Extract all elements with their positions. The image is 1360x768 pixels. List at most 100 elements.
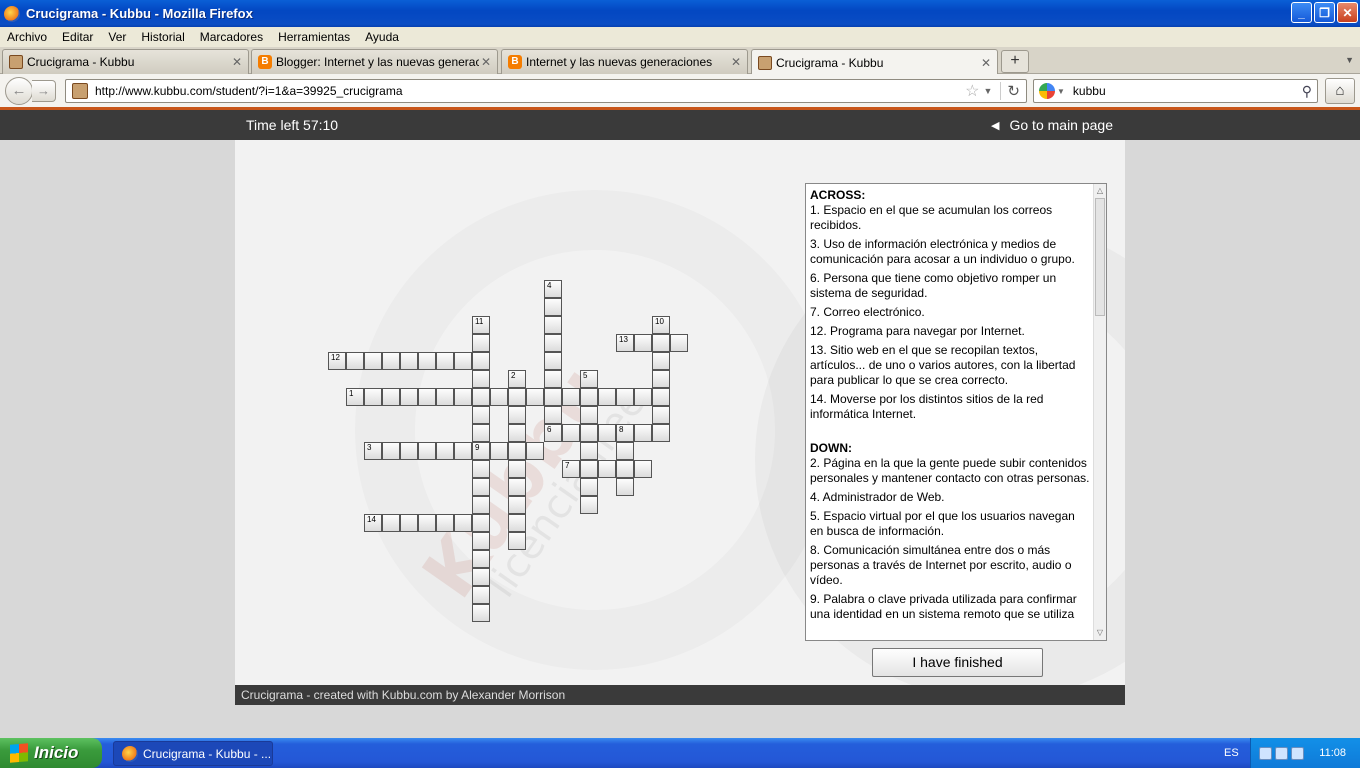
crossword-cell[interactable] [418,352,436,370]
reload-icon[interactable]: ↻ [1000,82,1020,100]
crossword-cell[interactable] [634,460,652,478]
crossword-cell[interactable]: 3 [364,442,382,460]
crossword-cell[interactable] [544,370,562,388]
back-button[interactable]: ← [5,77,33,105]
crossword-cell[interactable] [490,442,508,460]
crossword-cell[interactable] [616,388,634,406]
crossword-cell[interactable]: 12 [328,352,346,370]
crossword-cell[interactable] [472,370,490,388]
tab-list-arrow-icon[interactable]: ▼ [1345,55,1354,65]
crossword-cell[interactable] [508,514,526,532]
crossword-cell[interactable] [580,406,598,424]
clues-scrollbar[interactable]: △ ▽ [1093,184,1106,640]
tab-close-icon[interactable]: ✕ [230,55,244,69]
crossword-cell[interactable] [616,460,634,478]
new-tab-button[interactable]: + [1001,50,1029,73]
crossword-cell[interactable] [634,424,652,442]
crossword-cell[interactable] [472,388,490,406]
tab-close-icon[interactable]: ✕ [979,56,993,70]
crossword-cell[interactable] [580,496,598,514]
crossword-cell[interactable] [508,460,526,478]
crossword-cell[interactable] [634,388,652,406]
finish-button[interactable]: I have finished [872,648,1043,677]
close-window-button[interactable]: ✕ [1337,2,1358,23]
bookmark-star-icon[interactable]: ☆ [965,81,979,101]
crossword-cell[interactable] [472,532,490,550]
crossword-cell[interactable] [382,514,400,532]
crossword-cell[interactable] [436,388,454,406]
taskbar-item-firefox[interactable]: Crucigrama - Kubbu - ... [113,741,273,766]
crossword-cell[interactable] [562,388,580,406]
crossword-cell[interactable] [472,514,490,532]
crossword-cell[interactable] [472,406,490,424]
crossword-cell[interactable] [436,442,454,460]
crossword-cell[interactable] [598,424,616,442]
menu-ayuda[interactable]: Ayuda [365,30,399,44]
crossword-cell[interactable] [490,388,508,406]
crossword-cell[interactable] [670,334,688,352]
crossword-cell[interactable] [652,352,670,370]
tab-close-icon[interactable]: ✕ [479,55,493,69]
crossword-cell[interactable] [508,388,526,406]
crossword-cell[interactable] [454,514,472,532]
crossword-cell[interactable] [364,388,382,406]
crossword-cell[interactable] [580,478,598,496]
site-identity-icon[interactable] [72,83,88,99]
crossword-cell[interactable] [508,424,526,442]
crossword-cell[interactable] [382,442,400,460]
crossword-cell[interactable] [346,352,364,370]
crossword-cell[interactable]: 11 [472,316,490,334]
crossword-cell[interactable] [580,460,598,478]
search-icon[interactable]: ⚲ [1302,83,1312,100]
crossword-cell[interactable] [616,442,634,460]
crossword-cell[interactable] [400,442,418,460]
crossword-cell[interactable] [598,388,616,406]
search-input[interactable]: kubbu [1073,84,1302,98]
crossword-cell[interactable]: 13 [616,334,634,352]
crossword-cell[interactable] [472,496,490,514]
crossword-cell[interactable] [472,550,490,568]
crossword-cell[interactable] [508,478,526,496]
home-button[interactable]: ⌂ [1325,78,1355,104]
crossword-cell[interactable] [508,532,526,550]
google-icon[interactable] [1039,83,1055,99]
crossword-cell[interactable] [652,424,670,442]
crossword-cell[interactable] [400,388,418,406]
crossword-cell[interactable]: 7 [562,460,580,478]
crossword-cell[interactable]: 4 [544,280,562,298]
tab-crucigrama-1[interactable]: Crucigrama - Kubbu ✕ [2,49,249,74]
crossword-cell[interactable] [472,424,490,442]
crossword-cell[interactable] [436,514,454,532]
restore-button[interactable]: ❐ [1314,2,1335,23]
minimize-button[interactable]: _ [1291,2,1312,23]
crossword-cell[interactable]: 8 [616,424,634,442]
crossword-cell[interactable] [652,406,670,424]
url-text[interactable]: http://www.kubbu.com/student/?i=1&a=3992… [95,84,965,98]
search-bar[interactable]: ▼ kubbu ⚲ [1033,79,1318,103]
crossword-cell[interactable] [472,460,490,478]
language-indicator[interactable]: ES [1224,747,1239,759]
crossword-cell[interactable] [400,352,418,370]
crossword-cell[interactable] [544,406,562,424]
history-dropdown-icon[interactable]: ▼ [984,86,993,96]
crossword-cell[interactable] [526,442,544,460]
crossword-cell[interactable] [616,478,634,496]
crossword-cell[interactable] [634,334,652,352]
crossword-cell[interactable] [544,388,562,406]
menu-herramientas[interactable]: Herramientas [278,30,350,44]
crossword-cell[interactable] [652,334,670,352]
crossword-cell[interactable] [364,352,382,370]
crossword-cell[interactable] [598,460,616,478]
scroll-down-icon[interactable]: ▽ [1094,627,1106,639]
scroll-up-icon[interactable]: △ [1094,185,1106,197]
tab-close-icon[interactable]: ✕ [729,55,743,69]
crossword-cell[interactable] [508,496,526,514]
go-to-main-page-link[interactable]: ◀ Go to main page [991,117,1113,133]
crossword-cell[interactable] [526,388,544,406]
crossword-cell[interactable] [472,352,490,370]
crossword-cell[interactable] [454,352,472,370]
crossword-cell[interactable] [472,568,490,586]
crossword-cell[interactable] [418,388,436,406]
crossword-cell[interactable] [436,352,454,370]
crossword-cell[interactable] [580,388,598,406]
